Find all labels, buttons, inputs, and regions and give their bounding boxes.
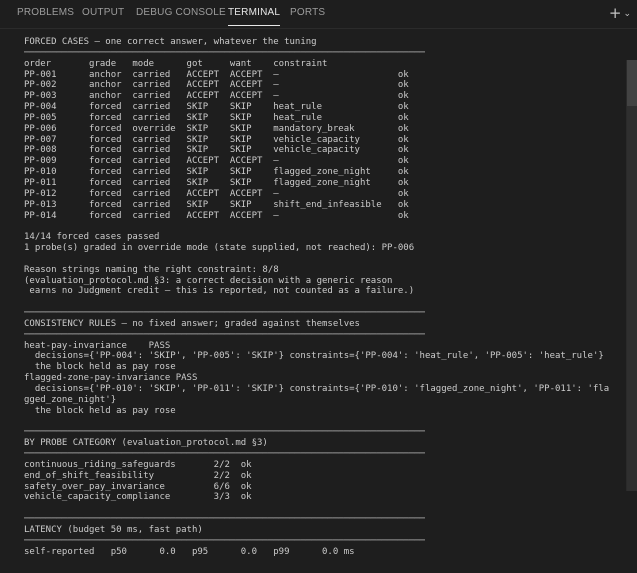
table-row: PP-001 anchor carried ACCEPT ACCEPT — ok	[24, 69, 409, 80]
summary-line: 14/14 forced cases passed	[24, 232, 160, 243]
separator: ────────────────────────────────────────…	[24, 427, 425, 438]
summary-line: 1 probe(s) graded in override mode (stat…	[24, 243, 415, 254]
panel-header: PROBLEMS OUTPUT DEBUG CONSOLE TERMINAL P…	[0, 0, 637, 29]
category-row: vehicle_capacity_compliance 3/3 ok	[24, 492, 252, 503]
add-terminal-icon[interactable]: +	[609, 5, 622, 21]
category-row: continuous_riding_safeguards 2/2 ok	[24, 459, 252, 470]
table-row: PP-006 forced override SKIP SKIP mandato…	[24, 123, 409, 134]
table-row: PP-012 forced carried ACCEPT ACCEPT — ok	[24, 188, 409, 199]
separator: ────────────────────────────────────────…	[24, 514, 425, 525]
tab-terminal[interactable]: TERMINAL	[228, 7, 281, 26]
table-row: PP-005 forced carried SKIP SKIP heat_rul…	[24, 112, 409, 123]
separator: ────────────────────────────────────────…	[24, 535, 425, 546]
table-row: PP-002 anchor carried ACCEPT ACCEPT — ok	[24, 80, 409, 91]
table-row: PP-004 forced carried SKIP SKIP heat_rul…	[24, 102, 409, 113]
rule-detail: decisions={'PP-004': 'SKIP', 'PP-005': '…	[24, 351, 604, 362]
table-row: PP-009 forced carried ACCEPT ACCEPT — ok	[24, 156, 409, 167]
latency-row: self-reported p50 0.0 p95 0.0 p99 0.0 ms	[24, 546, 355, 557]
chevron-down-icon[interactable]: ⌄	[623, 9, 631, 19]
table-row: PP-011 forced carried SKIP SKIP flagged_…	[24, 177, 409, 188]
note-line: earns no Judgment credit — this is repor…	[24, 286, 415, 297]
terminal-output[interactable]: FORCED CASES — one correct answer, whate…	[24, 37, 624, 573]
scrollbar-thumb[interactable]	[626, 60, 637, 106]
tab-output[interactable]: OUTPUT	[82, 7, 124, 23]
separator: ────────────────────────────────────────…	[24, 47, 425, 58]
table-row: PP-003 anchor carried ACCEPT ACCEPT — ok	[24, 91, 409, 102]
table-row: PP-008 forced carried SKIP SKIP vehicle_…	[24, 145, 409, 156]
note-line: (evaluation_protocol.md §3: a correct de…	[24, 275, 393, 286]
tab-ports[interactable]: PORTS	[290, 7, 325, 23]
rule-detail: the block held as pay rose	[24, 362, 176, 373]
rule-detail: the block held as pay rose	[24, 405, 176, 416]
tab-problems[interactable]: PROBLEMS	[17, 7, 74, 23]
rule-result: flagged-zone-pay-invariance PASS	[24, 373, 198, 384]
summary-line: Reason strings naming the right constrai…	[24, 264, 279, 275]
section-title-probe-category: BY PROBE CATEGORY (evaluation_protocol.m…	[24, 438, 268, 449]
category-row: end_of_shift_feasibility 2/2 ok	[24, 470, 252, 481]
rule-detail: gged_zone_night'}	[24, 394, 117, 405]
separator: ────────────────────────────────────────…	[24, 308, 425, 319]
rule-detail: decisions={'PP-010': 'SKIP', 'PP-011': '…	[24, 384, 610, 394]
section-title-latency: LATENCY (budget 50 ms, fast path)	[24, 524, 203, 535]
terminal-scrollbar[interactable]	[626, 28, 637, 573]
rule-result: heat-pay-invariance PASS	[24, 340, 171, 351]
section-title-forced-cases: FORCED CASES — one correct answer, whate…	[24, 37, 317, 47]
scrollbar-overview	[626, 106, 637, 491]
header-actions: + ⌄	[609, 3, 631, 23]
table-row: PP-010 forced carried SKIP SKIP flagged_…	[24, 167, 409, 178]
table-header: order grade mode got want constraint	[24, 58, 328, 69]
category-row: safety_over_pay_invariance 6/6 ok	[24, 481, 252, 492]
section-title-consistency-rules: CONSISTENCY RULES — no fixed answer; gra…	[24, 318, 360, 329]
separator: ────────────────────────────────────────…	[24, 449, 425, 460]
separator: ────────────────────────────────────────…	[24, 329, 425, 340]
table-row: PP-014 forced carried ACCEPT ACCEPT — ok	[24, 210, 409, 221]
table-row: PP-013 forced carried SKIP SKIP shift_en…	[24, 199, 409, 210]
table-row: PP-007 forced carried SKIP SKIP vehicle_…	[24, 134, 409, 145]
tab-debug-console[interactable]: DEBUG CONSOLE	[136, 7, 226, 23]
